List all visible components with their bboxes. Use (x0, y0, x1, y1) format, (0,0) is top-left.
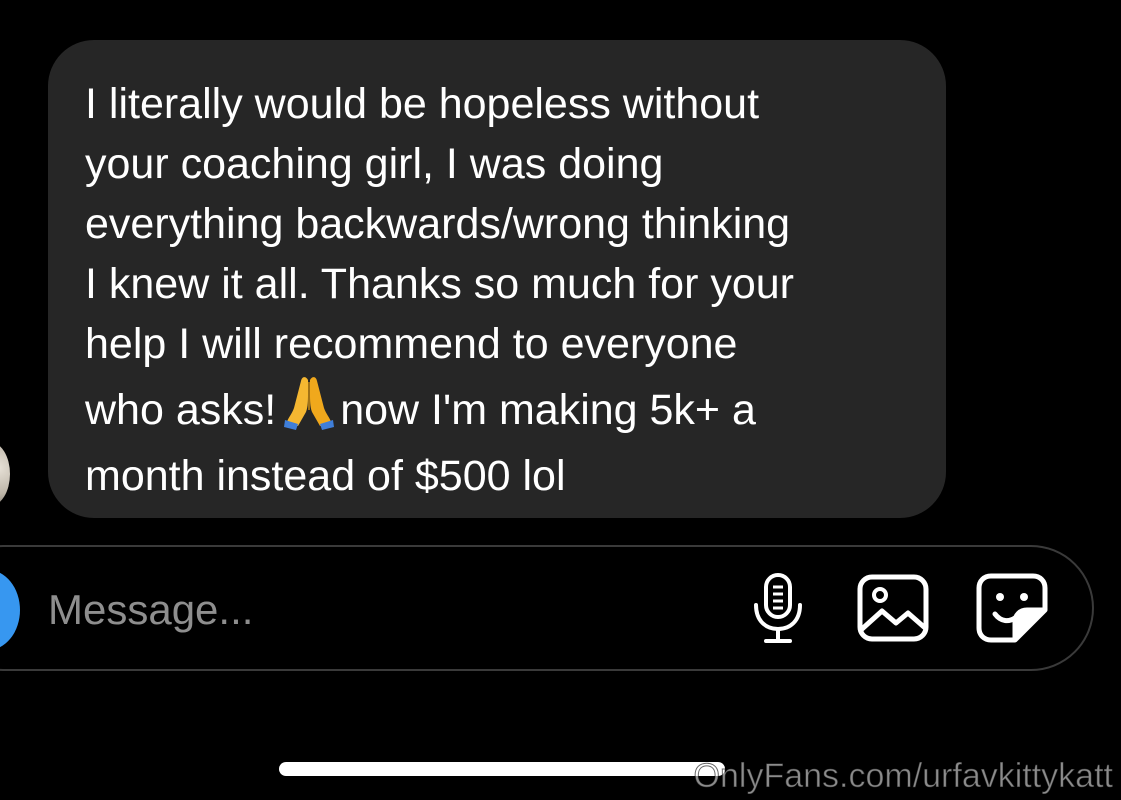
message-line: I knew it all. Thanks so much for your (85, 260, 794, 308)
microphone-icon (750, 571, 806, 650)
folded-hands-emoji-icon (284, 374, 335, 446)
watermark-text: OnlyFans.com/urfavkittykatt (693, 757, 1113, 796)
message-text: I literally would be hopeless without yo… (85, 74, 916, 506)
sticker-icon (975, 572, 1049, 649)
gallery-button[interactable] (853, 570, 933, 650)
message-input[interactable] (48, 582, 688, 638)
message-line: month instead of $500 lol (85, 452, 566, 500)
home-indicator[interactable] (279, 762, 725, 776)
chat-screen: I literally would be hopeless without yo… (0, 0, 1121, 800)
voice-message-button[interactable] (738, 570, 818, 650)
message-line: now I'm making 5k+ a (340, 386, 756, 434)
received-message-bubble[interactable]: I literally would be hopeless without yo… (48, 40, 946, 518)
message-line: everything backwards/wrong thinking (85, 200, 791, 248)
message-line: I literally would be hopeless without (85, 80, 760, 128)
message-line: who asks! (85, 386, 277, 434)
message-line: help I will recommend to everyone (85, 320, 738, 368)
sender-avatar[interactable] (0, 442, 10, 506)
image-icon (856, 573, 930, 648)
sticker-button[interactable] (972, 570, 1052, 650)
message-line: your coaching girl, I was doing (85, 140, 664, 188)
